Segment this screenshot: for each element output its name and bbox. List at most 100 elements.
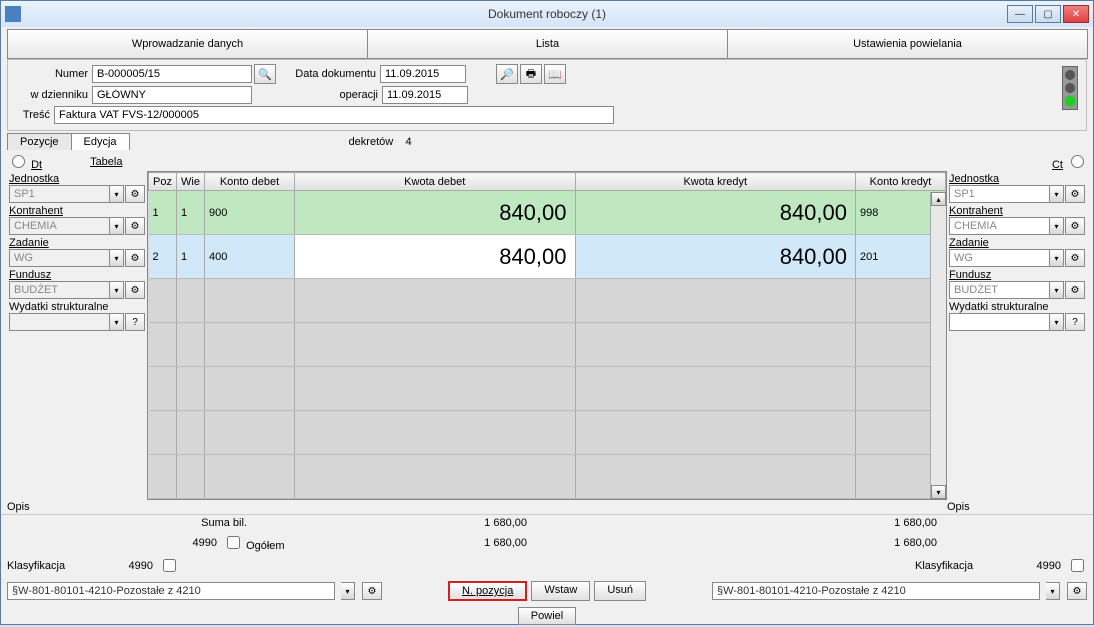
right-zadanie-combo[interactable]: WG bbox=[949, 249, 1050, 267]
light-green bbox=[1065, 96, 1075, 106]
right-wydatki-label: Wydatki strukturalne bbox=[949, 301, 1085, 313]
scrollbar[interactable]: ▴ ▾ bbox=[930, 192, 946, 499]
ogolem-num: 4990 bbox=[157, 537, 217, 549]
radio-ct[interactable]: Ct bbox=[1052, 152, 1087, 171]
numer-lookup-button[interactable]: 🔍 bbox=[254, 64, 276, 84]
subtab-edycja[interactable]: Edycja bbox=[71, 133, 130, 150]
right-kontrahent-combo[interactable]: CHEMIA bbox=[949, 217, 1050, 235]
chevron-down-icon[interactable]: ▾ bbox=[1050, 217, 1064, 235]
tresc-input[interactable] bbox=[54, 106, 614, 124]
npozycja-button[interactable]: N. pozycja bbox=[448, 581, 527, 601]
klas-num-right: 4990 bbox=[1001, 560, 1061, 572]
right-panel: Jednostka SP1▾⚙ Kontrahent CHEMIA▾⚙ Zada… bbox=[947, 171, 1087, 500]
table-row[interactable]: 1 1 900 840,00 840,00 998 bbox=[149, 191, 946, 235]
left-zadanie-label: Zadanie bbox=[9, 237, 145, 249]
chevron-down-icon[interactable]: ▾ bbox=[1050, 281, 1064, 299]
tresc-label: Treść bbox=[14, 109, 54, 121]
datadok-input[interactable] bbox=[380, 65, 466, 83]
print-icon[interactable]: 🖶 bbox=[520, 64, 542, 84]
ogolem-deb: 1 680,00 bbox=[285, 537, 797, 549]
lookup-icon[interactable]: ⚙ bbox=[1065, 249, 1085, 267]
right-kontrahent-label: Kontrahent bbox=[949, 205, 1085, 217]
usun-button[interactable]: Usuń bbox=[594, 581, 646, 601]
chevron-down-icon[interactable]: ▾ bbox=[1050, 185, 1064, 203]
minimize-button[interactable]: — bbox=[1007, 5, 1033, 23]
help-icon[interactable]: ? bbox=[1065, 313, 1085, 331]
klas-combo-left[interactable]: §W-801-80101-4210-Pozostałe z 4210 bbox=[7, 582, 335, 600]
radio-dt[interactable]: Dt bbox=[7, 152, 42, 171]
tab-wprowadzanie[interactable]: Wprowadzanie danych bbox=[7, 29, 368, 59]
left-fundusz-label: Fundusz bbox=[9, 269, 145, 281]
chevron-down-icon[interactable]: ▾ bbox=[1046, 582, 1060, 600]
klas-checkbox-right[interactable] bbox=[1071, 559, 1084, 572]
left-kontrahent-label: Kontrahent bbox=[9, 205, 145, 217]
chevron-down-icon[interactable]: ▾ bbox=[110, 185, 124, 203]
radio-tabela[interactable]: Tabela bbox=[90, 156, 122, 168]
powiel-button[interactable]: Powiel bbox=[518, 607, 576, 625]
left-panel: Jednostka SP1▾⚙ Kontrahent CHEMIA▾⚙ Zada… bbox=[7, 171, 147, 500]
ogolem-checkbox[interactable]: Ogółem bbox=[223, 533, 285, 552]
numer-input[interactable] bbox=[92, 65, 252, 83]
tab-lista[interactable]: Lista bbox=[367, 29, 728, 59]
right-jednostka-combo[interactable]: SP1 bbox=[949, 185, 1050, 203]
window-title: Dokument roboczy (1) bbox=[488, 7, 606, 21]
col-kwkred[interactable]: Kwota kredyt bbox=[575, 173, 856, 191]
col-wie[interactable]: Wie bbox=[177, 173, 205, 191]
col-kdeb[interactable]: Konto debet bbox=[205, 173, 295, 191]
left-jednostka-combo[interactable]: SP1 bbox=[9, 185, 110, 203]
right-wydatki-combo[interactable] bbox=[949, 313, 1050, 331]
maximize-button[interactable]: ▢ bbox=[1035, 5, 1061, 23]
klas-checkbox-left[interactable] bbox=[163, 559, 176, 572]
lookup-icon[interactable]: ⚙ bbox=[1067, 582, 1087, 600]
lookup-icon[interactable]: ⚙ bbox=[362, 582, 382, 600]
scroll-down-icon[interactable]: ▾ bbox=[931, 485, 946, 499]
app-icon bbox=[5, 6, 21, 22]
right-fundusz-combo[interactable]: BUDŻET bbox=[949, 281, 1050, 299]
chevron-down-icon[interactable]: ▾ bbox=[1050, 313, 1064, 331]
numer-label: Numer bbox=[14, 68, 92, 80]
left-fundusz-combo[interactable]: BUDŻET bbox=[9, 281, 110, 299]
chevron-down-icon[interactable]: ▾ bbox=[341, 582, 355, 600]
sumabil-deb: 1 680,00 bbox=[247, 517, 797, 529]
left-zadanie-combo[interactable]: WG bbox=[9, 249, 110, 267]
grid[interactable]: Poz Wie Konto debet Kwota debet Kwota kr… bbox=[147, 171, 947, 500]
lookup-icon[interactable]: ⚙ bbox=[125, 281, 145, 299]
window: Dokument roboczy (1) — ▢ ✕ Wprowadzanie … bbox=[0, 0, 1094, 625]
lookup-icon[interactable]: ⚙ bbox=[125, 217, 145, 235]
titlebar: Dokument roboczy (1) — ▢ ✕ bbox=[1, 1, 1093, 27]
table-row[interactable]: 2 1 400 840,00 840,00 201 bbox=[149, 235, 946, 279]
scroll-up-icon[interactable]: ▴ bbox=[931, 192, 946, 206]
help-icon[interactable]: ? bbox=[125, 313, 145, 331]
subtab-pozycje[interactable]: Pozycje bbox=[7, 133, 72, 150]
tab-ustawienia[interactable]: Ustawienia powielania bbox=[727, 29, 1088, 59]
chevron-down-icon[interactable]: ▾ bbox=[110, 281, 124, 299]
chevron-down-icon[interactable]: ▾ bbox=[110, 249, 124, 267]
chevron-down-icon[interactable]: ▾ bbox=[1050, 249, 1064, 267]
klas-combo-right[interactable]: §W-801-80101-4210-Pozostałe z 4210 bbox=[712, 582, 1040, 600]
close-button[interactable]: ✕ bbox=[1063, 5, 1089, 23]
wstaw-button[interactable]: Wstaw bbox=[531, 581, 590, 601]
traffic-light bbox=[1062, 66, 1078, 110]
left-wydatki-combo[interactable] bbox=[9, 313, 110, 331]
operacji-input[interactable] bbox=[382, 86, 468, 104]
preview-icon[interactable]: 🔎 bbox=[496, 64, 518, 84]
klas-label-left: Klasyfikacja bbox=[7, 560, 87, 572]
col-kkred[interactable]: Konto kredyt bbox=[856, 173, 946, 191]
right-fundusz-label: Fundusz bbox=[949, 269, 1085, 281]
lookup-icon[interactable]: ⚙ bbox=[1065, 217, 1085, 235]
left-jednostka-label: Jednostka bbox=[9, 173, 145, 185]
wdzien-input[interactable] bbox=[92, 86, 252, 104]
col-poz[interactable]: Poz bbox=[149, 173, 177, 191]
lookup-icon[interactable]: ⚙ bbox=[125, 249, 145, 267]
right-jednostka-label: Jednostka bbox=[949, 173, 1085, 185]
lookup-icon[interactable]: ⚙ bbox=[1065, 281, 1085, 299]
main-tabs: Wprowadzanie danych Lista Ustawienia pow… bbox=[1, 27, 1093, 59]
book-icon[interactable]: 📖 bbox=[544, 64, 566, 84]
chevron-down-icon[interactable]: ▾ bbox=[110, 313, 124, 331]
col-kwdeb[interactable]: Kwota debet bbox=[295, 173, 576, 191]
chevron-down-icon[interactable]: ▾ bbox=[110, 217, 124, 235]
lookup-icon[interactable]: ⚙ bbox=[1065, 185, 1085, 203]
left-kontrahent-combo[interactable]: CHEMIA bbox=[9, 217, 110, 235]
opis-label-right: Opis bbox=[947, 501, 1087, 513]
lookup-icon[interactable]: ⚙ bbox=[125, 185, 145, 203]
